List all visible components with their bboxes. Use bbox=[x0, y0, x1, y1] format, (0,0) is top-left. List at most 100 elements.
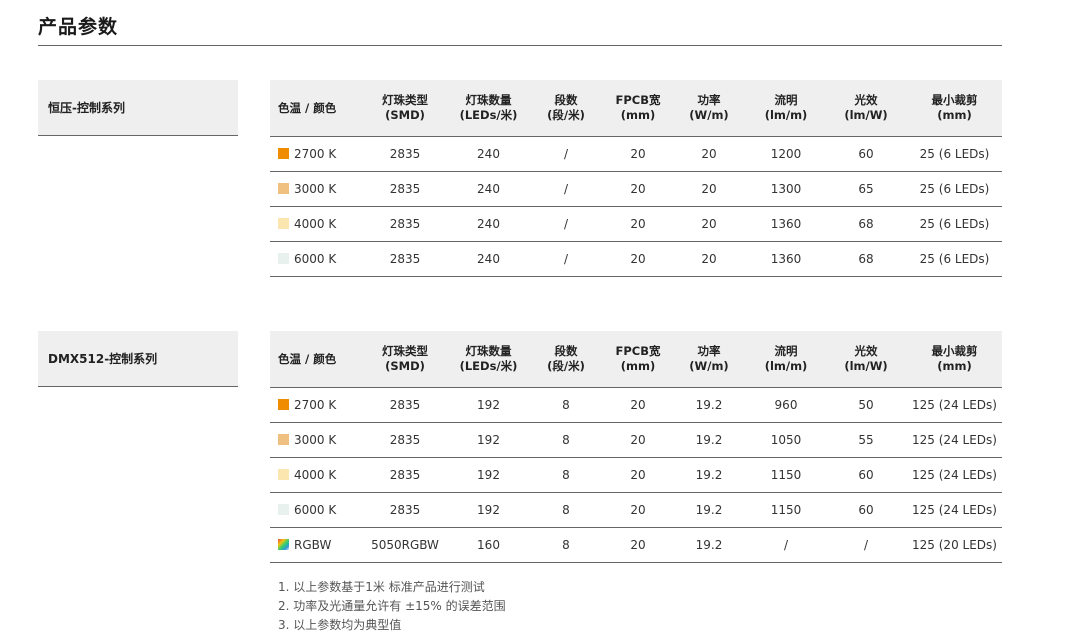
header-min-cut: 最小裁剪 (mm) bbox=[907, 331, 1002, 388]
cut-cell: 25 (6 LEDs) bbox=[907, 241, 1002, 277]
footnote: 3. 以上参数均为典型值 bbox=[278, 618, 402, 632]
lumen-cell: 1360 bbox=[747, 241, 825, 277]
efficacy-cell: 68 bbox=[825, 206, 907, 242]
cct-cell: 3000 K bbox=[270, 171, 360, 207]
cut-cell: 125 (20 LEDs) bbox=[907, 527, 1002, 563]
segments-cell: 8 bbox=[527, 527, 605, 563]
header-efficacy: 光效 (lm/W) bbox=[825, 331, 907, 388]
spec-table-constant-voltage: 色温 / 颜色 灯珠类型 (SMD) 灯珠数量 (LEDs/米) 段数 (段/米) F… bbox=[270, 80, 1002, 277]
power-cell: 20 bbox=[671, 241, 747, 277]
header-smd: 灯珠类型 (SMD) bbox=[360, 80, 450, 137]
footnote: 2. 功率及光通量允许有 ±15% 的误差范围 bbox=[278, 599, 506, 613]
cct-label: 2700 K bbox=[294, 147, 337, 161]
smd-cell: 2835 bbox=[360, 457, 450, 493]
efficacy-cell: 60 bbox=[825, 492, 907, 528]
fpcb-cell: 20 bbox=[605, 422, 671, 458]
smd-cell: 2835 bbox=[360, 241, 450, 277]
power-cell: 20 bbox=[671, 171, 747, 207]
table-row: 3000 K 2835 240 / 20 20 1300 65 25 (6 LE… bbox=[270, 171, 1002, 207]
efficacy-cell: 60 bbox=[825, 457, 907, 493]
color-swatch bbox=[278, 434, 289, 445]
fpcb-cell: 20 bbox=[605, 387, 671, 423]
spec-table-dmx512: 色温 / 颜色 灯珠类型 (SMD) 灯珠数量 (LEDs/米) 段数 (段/米) F… bbox=[270, 331, 1002, 563]
segments-cell: 8 bbox=[527, 492, 605, 528]
header-leds: 灯珠数量 (LEDs/米) bbox=[450, 80, 527, 137]
leds-cell: 192 bbox=[450, 387, 527, 423]
smd-cell: 2835 bbox=[360, 206, 450, 242]
table-header-row: 色温 / 颜色 灯珠类型 (SMD) 灯珠数量 (LEDs/米) 段数 (段/米) F… bbox=[270, 80, 1002, 137]
table-row: 4000 K 2835 192 8 20 19.2 1150 60 125 (2… bbox=[270, 457, 1002, 493]
leds-cell: 240 bbox=[450, 241, 527, 277]
efficacy-cell: 68 bbox=[825, 241, 907, 277]
cut-cell: 25 (6 LEDs) bbox=[907, 206, 1002, 242]
smd-cell: 2835 bbox=[360, 387, 450, 423]
color-swatch bbox=[278, 183, 289, 194]
table-row: 4000 K 2835 240 / 20 20 1360 68 25 (6 LE… bbox=[270, 206, 1002, 242]
leds-cell: 160 bbox=[450, 527, 527, 563]
lumen-cell: 960 bbox=[747, 387, 825, 423]
fpcb-cell: 20 bbox=[605, 206, 671, 242]
cut-cell: 25 (6 LEDs) bbox=[907, 171, 1002, 207]
cct-cell: 4000 K bbox=[270, 206, 360, 242]
header-power: 功率 (W/m) bbox=[671, 331, 747, 388]
header-leds: 灯珠数量 (LEDs/米) bbox=[450, 331, 527, 388]
leds-cell: 240 bbox=[450, 136, 527, 172]
footnote: 1. 以上参数基于1米 标准产品进行测试 bbox=[278, 580, 485, 594]
power-cell: 19.2 bbox=[671, 422, 747, 458]
leds-cell: 192 bbox=[450, 422, 527, 458]
efficacy-cell: 55 bbox=[825, 422, 907, 458]
lumen-cell: 1050 bbox=[747, 422, 825, 458]
header-min-cut: 最小裁剪 (mm) bbox=[907, 80, 1002, 137]
table-row: 2700 K 2835 240 / 20 20 1200 60 25 (6 LE… bbox=[270, 136, 1002, 172]
fpcb-cell: 20 bbox=[605, 241, 671, 277]
segments-cell: / bbox=[527, 241, 605, 277]
cut-cell: 125 (24 LEDs) bbox=[907, 387, 1002, 423]
smd-cell: 2835 bbox=[360, 422, 450, 458]
fpcb-cell: 20 bbox=[605, 492, 671, 528]
color-swatch bbox=[278, 148, 289, 159]
cct-label: 6000 K bbox=[294, 503, 337, 517]
smd-cell: 2835 bbox=[360, 136, 450, 172]
smd-cell: 2835 bbox=[360, 492, 450, 528]
power-cell: 19.2 bbox=[671, 527, 747, 563]
table-row: 6000 K 2835 192 8 20 19.2 1150 60 125 (2… bbox=[270, 492, 1002, 528]
table-row: 3000 K 2835 192 8 20 19.2 1050 55 125 (2… bbox=[270, 422, 1002, 458]
footnotes: 1. 以上参数基于1米 标准产品进行测试 2. 功率及光通量允许有 ±15% 的… bbox=[278, 578, 506, 635]
cct-label: 4000 K bbox=[294, 468, 337, 482]
segments-cell: 8 bbox=[527, 457, 605, 493]
efficacy-cell: 65 bbox=[825, 171, 907, 207]
efficacy-cell: 60 bbox=[825, 136, 907, 172]
cct-label: 2700 K bbox=[294, 398, 337, 412]
table-row: 2700 K 2835 192 8 20 19.2 960 50 125 (24… bbox=[270, 387, 1002, 423]
power-cell: 19.2 bbox=[671, 387, 747, 423]
smd-cell: 5050RGBW bbox=[360, 527, 450, 563]
cct-label: 3000 K bbox=[294, 433, 337, 447]
smd-cell: 2835 bbox=[360, 171, 450, 207]
fpcb-cell: 20 bbox=[605, 527, 671, 563]
cct-label: 3000 K bbox=[294, 182, 337, 196]
cct-cell: 6000 K bbox=[270, 492, 360, 528]
series-label-constant-voltage: 恒压-控制系列 bbox=[38, 80, 238, 136]
segments-cell: / bbox=[527, 136, 605, 172]
segments-cell: 8 bbox=[527, 422, 605, 458]
power-cell: 20 bbox=[671, 136, 747, 172]
cct-cell: 6000 K bbox=[270, 241, 360, 277]
table-row: RGBW 5050RGBW 160 8 20 19.2 / / 125 (20 … bbox=[270, 527, 1002, 563]
color-swatch bbox=[278, 469, 289, 480]
header-lumen: 流明 (lm/m) bbox=[747, 80, 825, 137]
lumen-cell: 1360 bbox=[747, 206, 825, 242]
power-cell: 20 bbox=[671, 206, 747, 242]
color-swatch bbox=[278, 253, 289, 264]
lumen-cell: 1150 bbox=[747, 457, 825, 493]
header-segments: 段数 (段/米) bbox=[527, 331, 605, 388]
cct-cell: 2700 K bbox=[270, 387, 360, 423]
lumen-cell: 1150 bbox=[747, 492, 825, 528]
page-title: 产品参数 bbox=[38, 16, 119, 38]
cut-cell: 25 (6 LEDs) bbox=[907, 136, 1002, 172]
header-power: 功率 (W/m) bbox=[671, 80, 747, 137]
leds-cell: 240 bbox=[450, 206, 527, 242]
header-fpcb: FPCB宽 (mm) bbox=[605, 331, 671, 388]
leds-cell: 192 bbox=[450, 457, 527, 493]
series-label-dmx512: DMX512-控制系列 bbox=[38, 331, 238, 387]
header-lumen: 流明 (lm/m) bbox=[747, 331, 825, 388]
